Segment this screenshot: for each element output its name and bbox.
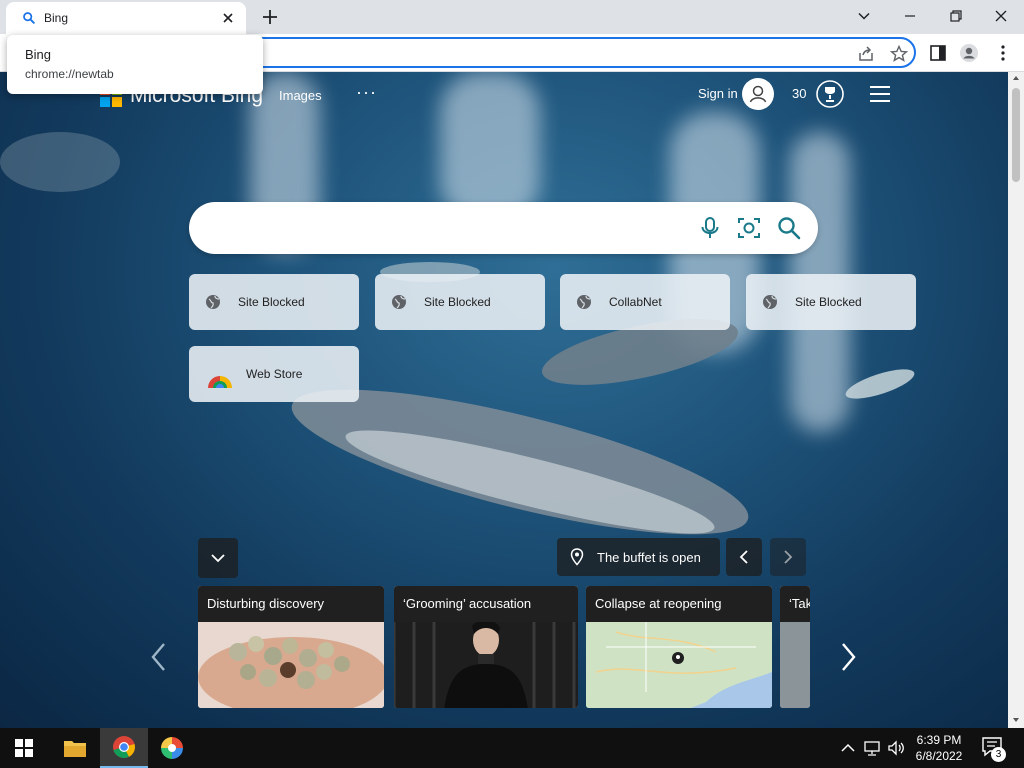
globe-icon (577, 295, 591, 309)
news-card-header: Disturbing discovery (198, 586, 384, 622)
scrollbar-thumb[interactable] (1012, 88, 1020, 182)
search-icon (23, 12, 35, 24)
bing-search-box[interactable] (189, 202, 818, 254)
news-card-header: ‘Tak (780, 586, 810, 622)
chevron-down-icon (211, 554, 225, 563)
profile-icon[interactable] (959, 43, 979, 63)
chrome-taskbar-button[interactable] (100, 728, 148, 768)
collapse-feed-button[interactable] (198, 538, 238, 578)
color-wheel-icon (161, 737, 183, 759)
next-image-button[interactable] (770, 538, 806, 576)
news-card-header: ‘Grooming’ accusation (394, 586, 578, 622)
chrome-web-store-icon (208, 376, 232, 388)
close-window-button[interactable] (987, 4, 1015, 28)
news-card-title: ‘Tak (789, 596, 810, 611)
shortcut-label: Web Store (246, 367, 303, 381)
minimize-button[interactable] (896, 4, 924, 28)
image-location-button[interactable]: The buffet is open (557, 538, 720, 576)
user-icon (749, 85, 767, 103)
clock-time[interactable]: 6:39 PM (914, 733, 964, 747)
address-bar[interactable] (150, 37, 916, 68)
windows-logo-icon (15, 739, 33, 757)
search-icon[interactable] (776, 215, 802, 241)
new-tab-page: Microsoft Bing Images ··· Sign in 30 Sit… (0, 72, 1008, 728)
carousel-next-icon[interactable] (836, 640, 860, 674)
news-card[interactable]: ‘Grooming’ accusation (394, 586, 578, 708)
microphone-icon[interactable] (697, 215, 723, 241)
minimize-icon (905, 15, 915, 17)
carousel-prev-icon[interactable] (147, 640, 171, 674)
shortcut-tile[interactable]: Web Store (189, 346, 359, 402)
shortcut-tile[interactable]: Site Blocked (746, 274, 916, 330)
chevron-down-icon (858, 12, 870, 20)
nav-more-button[interactable]: ··· (356, 82, 377, 103)
news-card-header: Collapse at reopening (586, 586, 772, 622)
paint-app-button[interactable] (148, 728, 196, 768)
menu-dots-icon[interactable] (993, 43, 1013, 63)
sign-in-avatar[interactable] (742, 78, 774, 110)
shortcut-label: Site Blocked (238, 295, 305, 309)
chevron-up-icon[interactable] (838, 738, 858, 758)
chevron-left-icon (739, 550, 748, 564)
image-location-label: The buffet is open (597, 550, 701, 565)
news-card[interactable]: ‘Tak (780, 586, 810, 708)
rewards-points[interactable]: 30 (792, 86, 806, 101)
news-card-image (198, 622, 384, 708)
previous-image-button[interactable] (726, 538, 762, 576)
globe-icon (763, 295, 777, 309)
shortcut-tile[interactable]: Site Blocked (375, 274, 545, 330)
chevron-right-icon (784, 550, 793, 564)
news-card-image (780, 622, 810, 708)
share-icon[interactable] (856, 44, 876, 64)
globe-icon (392, 295, 406, 309)
page-scrollbar[interactable] (1008, 72, 1024, 728)
clock-date[interactable]: 6/8/2022 (914, 749, 964, 763)
bookmark-star-icon[interactable] (889, 44, 909, 64)
visual-search-icon[interactable] (736, 215, 762, 241)
folder-icon (64, 741, 86, 757)
tab-bing[interactable]: Bing (6, 2, 246, 34)
close-icon (995, 10, 1007, 22)
news-card-image (394, 622, 578, 708)
sign-in-link[interactable]: Sign in (698, 86, 738, 101)
scroll-up-icon[interactable] (1012, 74, 1020, 82)
action-center-button[interactable]: 3 (982, 737, 1008, 762)
close-tab-icon[interactable] (220, 10, 236, 26)
location-pin-icon (570, 548, 584, 566)
news-card[interactable]: Collapse at reopening (586, 586, 772, 708)
shortcut-tile[interactable]: CollabNet (560, 274, 730, 330)
file-explorer-button[interactable] (51, 728, 99, 768)
tab-hover-card: Bing chrome://newtab (7, 35, 263, 94)
news-card-title: Disturbing discovery (207, 596, 325, 611)
shortcut-label: Site Blocked (424, 295, 491, 309)
news-card[interactable]: Disturbing discovery (198, 586, 384, 708)
hover-card-title: Bing (25, 47, 52, 62)
globe-icon (206, 295, 220, 309)
nav-images-link[interactable]: Images (279, 88, 322, 103)
notification-count-badge: 3 (991, 747, 1006, 762)
tab-strip: Bing (0, 0, 1024, 34)
hover-card-url: chrome://newtab (25, 67, 114, 81)
shortcut-tile[interactable]: Site Blocked (189, 274, 359, 330)
rewards-trophy-icon[interactable] (814, 78, 846, 110)
volume-icon[interactable] (886, 738, 906, 758)
news-card-image (586, 622, 772, 708)
new-tab-icon[interactable] (260, 7, 280, 27)
shortcut-label: Site Blocked (795, 295, 862, 309)
tab-search-button[interactable] (850, 4, 878, 28)
network-icon[interactable] (862, 738, 882, 758)
restore-icon (950, 10, 962, 22)
side-panel-icon[interactable] (928, 43, 948, 63)
news-card-title: ‘Grooming’ accusation (403, 596, 532, 611)
hamburger-menu-icon[interactable] (868, 84, 892, 104)
start-button[interactable] (0, 728, 48, 768)
restore-button[interactable] (942, 4, 970, 28)
scroll-down-icon[interactable] (1012, 716, 1020, 724)
shortcut-label: CollabNet (609, 295, 662, 309)
tab-title: Bing (44, 11, 69, 25)
chrome-icon (113, 736, 135, 758)
windows-taskbar: 6:39 PM 6/8/2022 3 (0, 728, 1024, 768)
news-card-title: Collapse at reopening (595, 596, 722, 611)
